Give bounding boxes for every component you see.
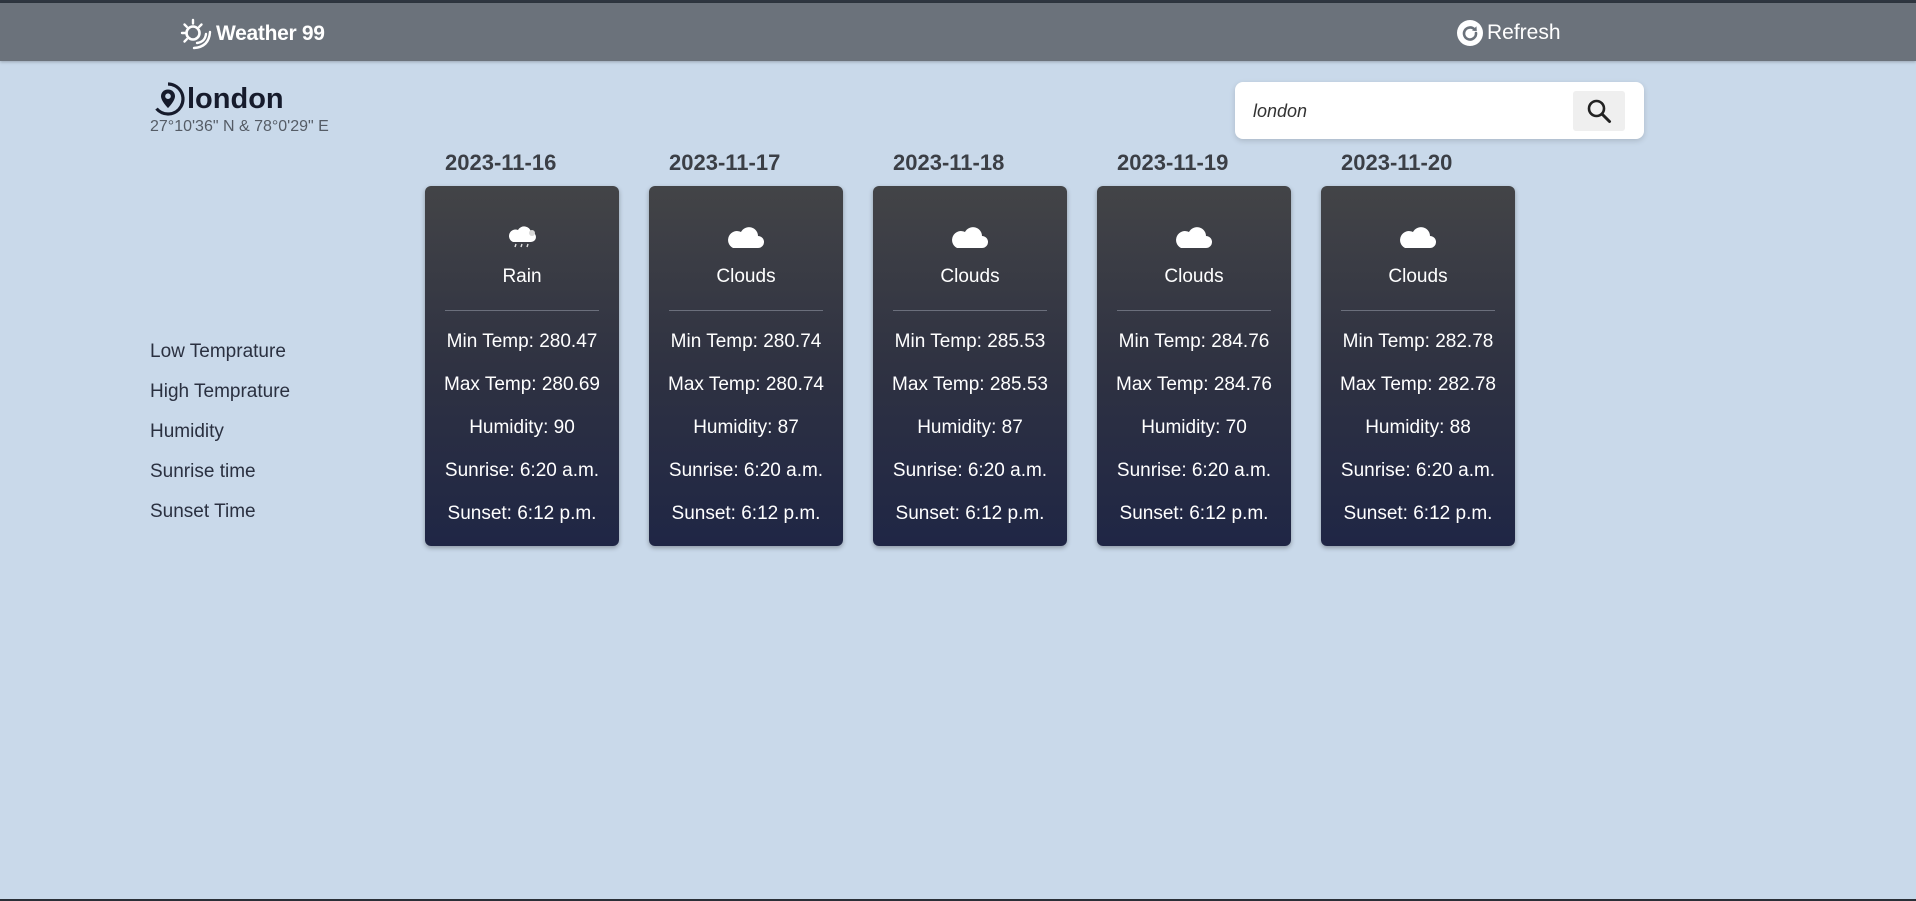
card-divider (445, 310, 599, 311)
brand-logo[interactable]: Weather 99 (178, 16, 325, 52)
search-box (1235, 82, 1644, 139)
min-temp: Min Temp: 280.47 (446, 331, 598, 352)
max-temp: Max Temp: 284.76 (1116, 374, 1272, 395)
sunrise-time: Sunrise: 6:20 a.m. (1340, 460, 1496, 481)
forecast-card[interactable]: Clouds Min Temp: 285.53 Max Temp: 285.53… (873, 186, 1067, 546)
weather-condition: Clouds (1164, 266, 1224, 287)
day-date: 2023-11-19 (1117, 150, 1229, 175)
humidity: Humidity: 90 (469, 417, 575, 438)
min-temp: Min Temp: 284.76 (1118, 331, 1270, 352)
row-label-sunset: Sunset Time (150, 501, 256, 522)
weather-condition: Clouds (1388, 266, 1448, 287)
day-forecast: 2023-11-16 Rain Min Temp: 280.47 Max Tem… (425, 148, 619, 546)
sunset-time: Sunset: 6:12 p.m. (895, 503, 1045, 524)
refresh-label: Refresh (1487, 21, 1561, 44)
cloud-rain-icon (509, 226, 536, 248)
sunset-time: Sunset: 6:12 p.m. (447, 503, 597, 524)
row-labels: Low Temprature High Temprature Humidity … (150, 337, 290, 537)
cloud-icon (952, 227, 988, 248)
card-divider (669, 310, 823, 311)
location-coordinates: 27°10'36" N & 78°0'29" E (150, 118, 329, 135)
day-forecast: 2023-11-17 Clouds Min Temp: 280.74 Max T… (649, 148, 843, 546)
refresh-icon (1457, 20, 1483, 46)
cloud-icon (728, 227, 764, 248)
card-divider (893, 310, 1047, 311)
forecast-card[interactable]: Clouds Min Temp: 282.78 Max Temp: 282.78… (1321, 186, 1515, 546)
sunset-time: Sunset: 6:12 p.m. (671, 503, 821, 524)
location-header: london 27°10'36" N & 78°0'29" E (150, 80, 329, 136)
humidity: Humidity: 88 (1365, 417, 1471, 438)
min-temp: Min Temp: 280.74 (670, 331, 822, 352)
navbar: Weather 99 Refresh (0, 3, 1916, 61)
max-temp: Max Temp: 282.78 (1340, 374, 1496, 395)
max-temp: Max Temp: 280.69 (444, 374, 600, 395)
day-date: 2023-11-17 (669, 150, 781, 175)
sunset-time: Sunset: 6:12 p.m. (1119, 503, 1269, 524)
location-pin-icon (153, 82, 185, 116)
brand-name: Weather 99 (216, 22, 325, 45)
row-label-high-temp: High Temprature (150, 381, 291, 402)
search-input[interactable] (1253, 96, 1563, 126)
day-forecast: 2023-11-19 Clouds Min Temp: 284.76 Max T… (1097, 148, 1291, 546)
forecast-card[interactable]: Rain Min Temp: 280.47 Max Temp: 280.69 H… (425, 186, 619, 546)
humidity: Humidity: 87 (917, 417, 1023, 438)
row-label-sunrise: Sunrise time (150, 461, 256, 482)
day-forecast: 2023-11-18 Clouds Min Temp: 285.53 Max T… (873, 148, 1067, 546)
sunrise-time: Sunrise: 6:20 a.m. (668, 460, 824, 481)
forecast-card[interactable]: Clouds Min Temp: 280.74 Max Temp: 280.74… (649, 186, 843, 546)
weather-sun-icon (180, 18, 212, 50)
location-name: london (187, 82, 284, 115)
row-label-humidity: Humidity (150, 421, 224, 442)
location-title: london (150, 80, 329, 118)
search-icon (1587, 99, 1611, 123)
sunrise-time: Sunrise: 6:20 a.m. (892, 460, 1048, 481)
max-temp: Max Temp: 285.53 (892, 374, 1048, 395)
min-temp: Min Temp: 285.53 (894, 331, 1046, 352)
day-date: 2023-11-18 (893, 150, 1005, 175)
card-divider (1341, 310, 1495, 311)
card-divider (1117, 310, 1271, 311)
sunrise-time: Sunrise: 6:20 a.m. (1116, 460, 1272, 481)
forecast-card[interactable]: Clouds Min Temp: 284.76 Max Temp: 284.76… (1097, 186, 1291, 546)
weather-condition: Clouds (716, 266, 776, 287)
day-date: 2023-11-20 (1341, 150, 1453, 175)
max-temp: Max Temp: 280.74 (668, 374, 824, 395)
cloud-icon (1176, 227, 1212, 248)
weather-condition: Rain (502, 266, 542, 287)
row-label-low-temp: Low Temprature (150, 341, 286, 362)
refresh-button[interactable]: Refresh (1457, 16, 1561, 50)
weather-condition: Clouds (940, 266, 1000, 287)
humidity: Humidity: 87 (693, 417, 799, 438)
search-button[interactable] (1573, 91, 1625, 131)
sunrise-time: Sunrise: 6:20 a.m. (444, 460, 600, 481)
cloud-icon (1400, 227, 1436, 248)
min-temp: Min Temp: 282.78 (1342, 331, 1494, 352)
day-date: 2023-11-16 (445, 150, 557, 175)
humidity: Humidity: 70 (1141, 417, 1247, 438)
day-forecast: 2023-11-20 Clouds Min Temp: 282.78 Max T… (1321, 148, 1515, 546)
sunset-time: Sunset: 6:12 p.m. (1343, 503, 1493, 524)
